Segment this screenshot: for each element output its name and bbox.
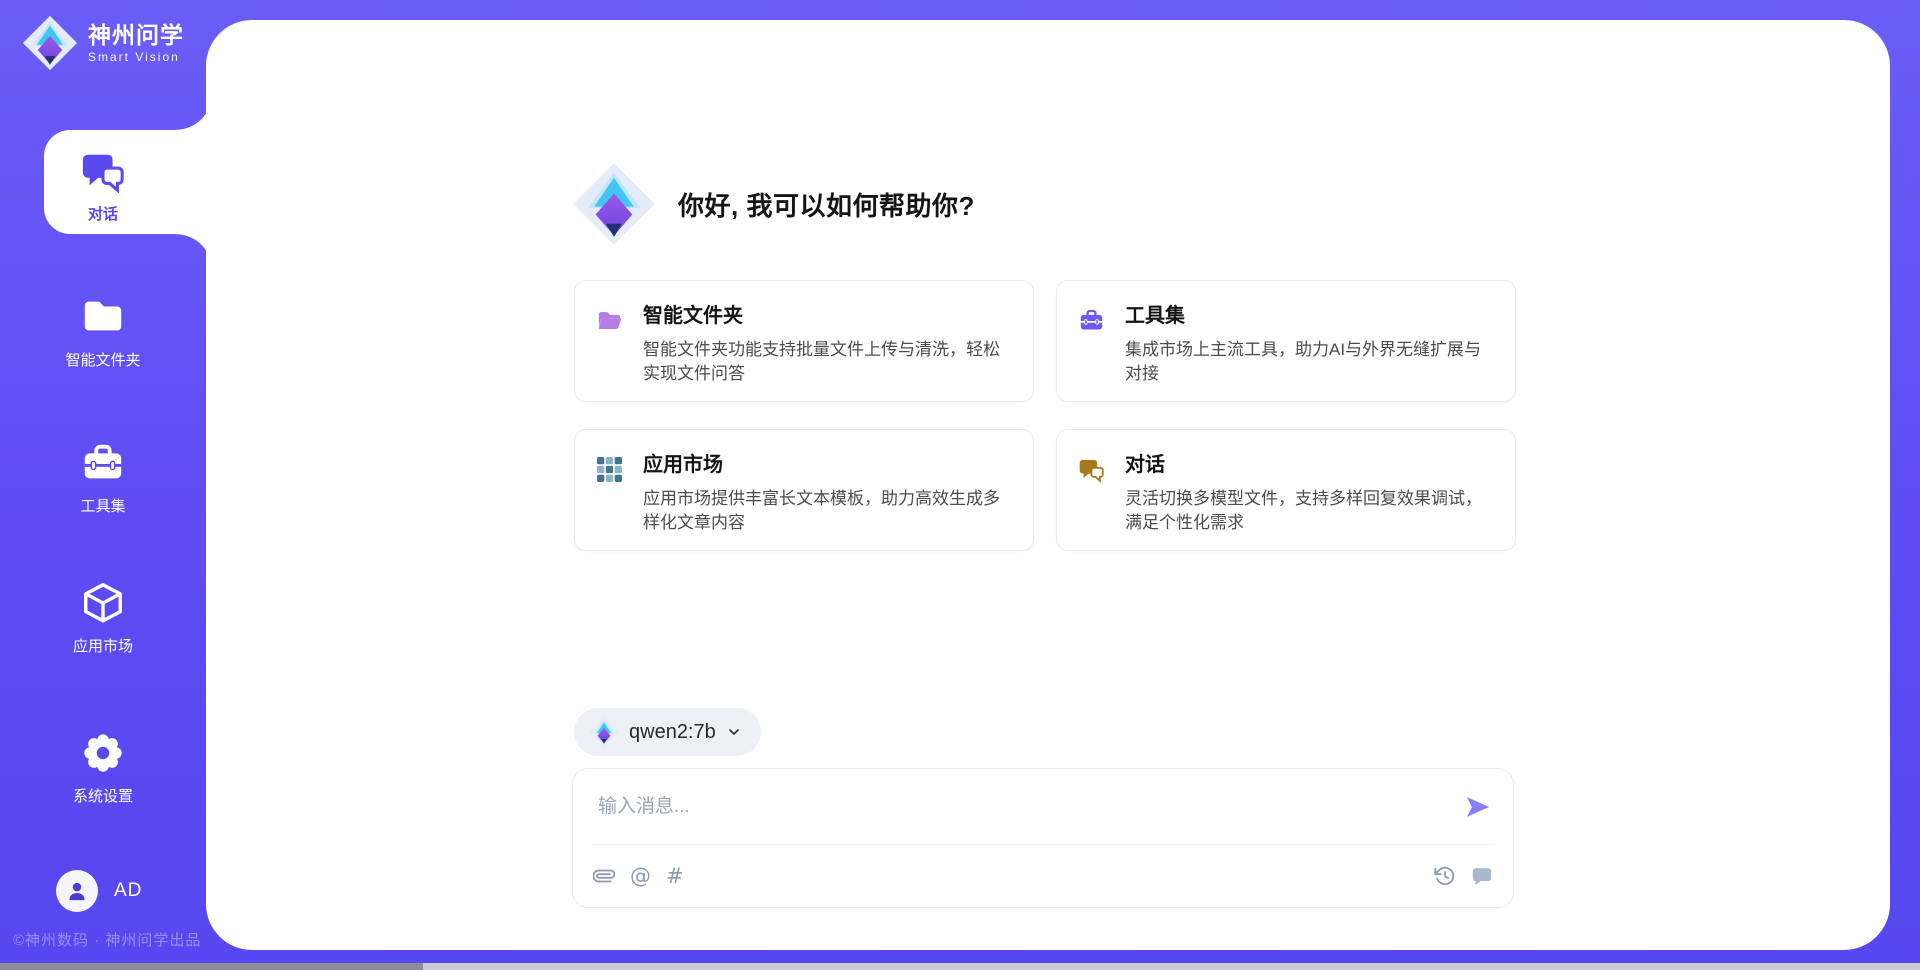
user-initials: AD bbox=[114, 880, 142, 902]
grid-icon bbox=[596, 456, 623, 483]
sidebar-item-toolset[interactable]: 工具集 bbox=[0, 440, 206, 516]
user-account[interactable]: AD bbox=[56, 870, 142, 912]
sidebar-item-smart-folder[interactable]: 智能文件夹 bbox=[0, 294, 206, 370]
send-button[interactable] bbox=[1463, 793, 1493, 823]
chat-history-button[interactable] bbox=[1471, 865, 1493, 887]
horizontal-scrollbar[interactable] bbox=[0, 963, 1920, 970]
chat-icon bbox=[80, 148, 126, 194]
paperclip-icon bbox=[593, 864, 615, 888]
cube-icon bbox=[80, 580, 126, 626]
sidebar-item-app-market[interactable]: 应用市场 bbox=[0, 580, 206, 656]
attach-button[interactable] bbox=[593, 864, 615, 888]
card-chat[interactable]: 对话 灵活切换多模型文件，支持多样回复效果调试，满足个性化需求 bbox=[1056, 429, 1516, 551]
chat-icon bbox=[1078, 456, 1105, 483]
assistant-diamond-icon bbox=[572, 162, 656, 246]
card-description: 集成市场上主流工具，助力AI与外界无缝扩展与对接 bbox=[1125, 338, 1490, 386]
card-title: 对话 bbox=[1125, 452, 1490, 478]
card-description: 智能文件夹功能支持批量文件上传与清洗，轻松实现文件问答 bbox=[643, 338, 1008, 386]
sidebar-item-label: 应用市场 bbox=[73, 635, 133, 656]
at-icon: @ bbox=[630, 865, 651, 887]
chevron-down-icon bbox=[726, 724, 742, 740]
hash-icon: # bbox=[666, 865, 684, 887]
folder-icon bbox=[596, 307, 623, 334]
main-panel: 你好, 我可以如何帮助你? 智能文件夹 智能文件夹功能支持批量文件上传与清洗，轻… bbox=[206, 20, 1890, 950]
folder-icon bbox=[80, 294, 126, 340]
avatar bbox=[56, 870, 98, 912]
card-app-market[interactable]: 应用市场 应用市场提供丰富长文本模板，助力高效生成多样化文章内容 bbox=[574, 429, 1034, 551]
sidebar-item-label: 系统设置 bbox=[73, 785, 133, 806]
sidebar-item-settings[interactable]: 系统设置 bbox=[0, 730, 206, 806]
card-toolset[interactable]: 工具集 集成市场上主流工具，助力AI与外界无缝扩展与对接 bbox=[1056, 280, 1516, 402]
model-name: qwen2:7b bbox=[629, 721, 716, 744]
brand-name: 神州问学 bbox=[88, 22, 184, 48]
card-description: 灵活切换多模型文件，支持多样回复效果调试，满足个性化需求 bbox=[1125, 487, 1490, 535]
sidebar-item-label: 工具集 bbox=[80, 495, 125, 516]
greeting: 你好, 我可以如何帮助你? bbox=[572, 162, 975, 246]
history-clock-icon bbox=[1434, 865, 1456, 887]
greeting-text: 你好, 我可以如何帮助你? bbox=[678, 186, 975, 223]
message-input[interactable] bbox=[573, 769, 1513, 844]
app-window: 神州问学 Smart Vision 对话 智能文件夹 bbox=[0, 0, 1920, 970]
sidebar-item-chat[interactable]: 对话 bbox=[0, 148, 206, 224]
brand-logo: 神州问学 Smart Vision bbox=[22, 15, 184, 71]
briefcase-icon bbox=[1078, 307, 1105, 334]
brand-subtitle: Smart Vision bbox=[88, 50, 184, 64]
sidebar-item-label: 智能文件夹 bbox=[65, 349, 140, 370]
card-description: 应用市场提供丰富长文本模板，助力高效生成多样化文章内容 bbox=[643, 487, 1008, 535]
brand-diamond-icon bbox=[22, 15, 78, 71]
scrollbar-thumb[interactable] bbox=[0, 963, 423, 970]
card-smart-folder[interactable]: 智能文件夹 智能文件夹功能支持批量文件上传与清洗，轻松实现文件问答 bbox=[574, 280, 1034, 402]
person-icon bbox=[64, 878, 90, 904]
model-diamond-icon bbox=[589, 717, 619, 747]
briefcase-icon bbox=[80, 440, 126, 486]
message-composer: @ # bbox=[572, 768, 1514, 908]
mention-button[interactable]: @ bbox=[630, 865, 651, 887]
card-title: 应用市场 bbox=[643, 452, 1008, 478]
chat-bubble-icon bbox=[1471, 865, 1493, 887]
card-title: 工具集 bbox=[1125, 303, 1490, 329]
feature-cards: 智能文件夹 智能文件夹功能支持批量文件上传与清洗，轻松实现文件问答 工具集 bbox=[574, 280, 1517, 551]
send-icon bbox=[1464, 793, 1492, 821]
sidebar: 神州问学 Smart Vision 对话 智能文件夹 bbox=[0, 0, 206, 970]
model-selector[interactable]: qwen2:7b bbox=[574, 708, 761, 756]
card-title: 智能文件夹 bbox=[643, 303, 1008, 329]
sidebar-item-label: 对话 bbox=[88, 203, 118, 224]
gear-icon bbox=[80, 730, 126, 776]
copyright-text: ©神州数码 · 神州问学出品 bbox=[13, 929, 201, 950]
hashtag-button[interactable]: # bbox=[666, 865, 684, 887]
history-button[interactable] bbox=[1434, 865, 1456, 887]
